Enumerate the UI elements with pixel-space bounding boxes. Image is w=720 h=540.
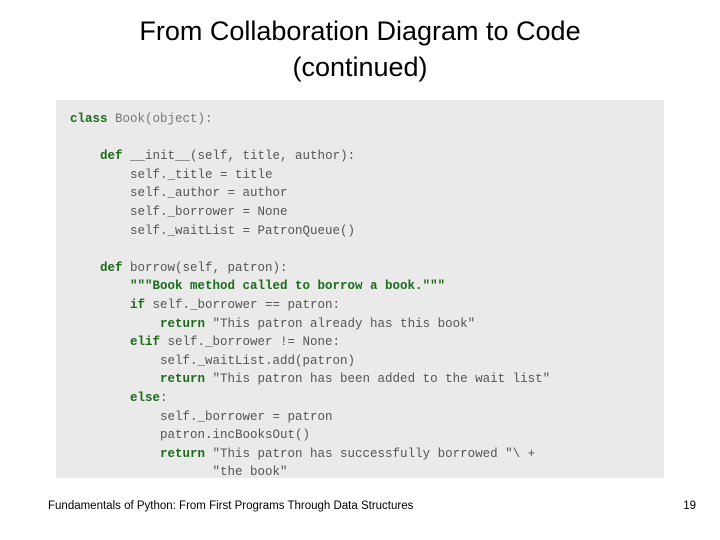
code-segment: self._waitList.add(patron) xyxy=(70,353,356,368)
code-line: self._borrower = patron xyxy=(70,408,664,427)
code-line: return "This patron has successfully bor… xyxy=(70,445,664,464)
page-title-line2: (continued) xyxy=(292,51,428,82)
code-segment: Book(object): xyxy=(115,112,213,126)
code-segment: class xyxy=(70,112,116,126)
code-segment: self._waitList = PatronQueue() xyxy=(70,223,356,238)
code-block: class Book(object): def __init__(self, t… xyxy=(56,100,664,478)
code-segment: def xyxy=(100,149,131,164)
code-segment: return xyxy=(160,372,213,387)
code-segment: "This patron has been added to the wait … xyxy=(212,372,551,387)
code-line: self._title = title xyxy=(70,166,664,185)
code-segment: else xyxy=(130,390,161,405)
code-line: elif self._borrower != None: xyxy=(70,333,664,352)
slide: From Collaboration Diagram to Code (cont… xyxy=(0,0,720,540)
code-segment: "This patron has successfully borrowed "… xyxy=(212,446,536,461)
code-line: return "This patron already has this boo… xyxy=(70,315,664,334)
code-line: self._borrower = None xyxy=(70,203,664,222)
code-segment: self._title = title xyxy=(70,167,273,182)
code-segment: "the book" xyxy=(70,465,288,478)
code-segment: borrow(self, patron): xyxy=(130,260,288,275)
code-line: self._waitList = PatronQueue() xyxy=(70,222,664,241)
code-line: else: xyxy=(70,389,664,408)
code-segment: elif xyxy=(130,335,168,350)
code-segment: __init__(self, title, author): xyxy=(130,149,356,164)
code-segment: self._author = author xyxy=(70,186,288,201)
code-segment: self._borrower = None xyxy=(70,204,288,219)
code-line: self._author = author xyxy=(70,184,664,203)
slide-footer: Fundamentals of Python: From First Progr… xyxy=(48,500,414,512)
page-title: From Collaboration Diagram to Code (cont… xyxy=(30,14,690,85)
code-segment: self._borrower != None: xyxy=(167,335,341,350)
code-segment: self._borrower = patron xyxy=(70,409,333,424)
code-line: """Book method called to borrow a book."… xyxy=(70,277,664,296)
code-line: patron.incBooksOut() xyxy=(70,426,664,445)
code-segment: "This patron already has this book" xyxy=(212,316,476,331)
code-segment: patron.incBooksOut() xyxy=(70,428,311,443)
code-line: class Book(object): xyxy=(70,110,664,129)
code-line: "the book" xyxy=(70,463,664,478)
code-line: def __init__(self, title, author): xyxy=(70,147,664,166)
code-segment: return xyxy=(160,446,213,461)
code-line: return "This patron has been added to th… xyxy=(70,370,664,389)
code-segment: """Book method called to borrow a book."… xyxy=(130,279,446,294)
page-title-line1: From Collaboration Diagram to Code xyxy=(139,16,581,46)
code-line: def borrow(self, patron): xyxy=(70,259,664,278)
code-listing: class Book(object): def __init__(self, t… xyxy=(56,110,664,478)
code-segment: self._borrower == patron: xyxy=(152,297,341,312)
code-line: if self._borrower == patron: xyxy=(70,296,664,315)
code-segment: return xyxy=(160,316,213,331)
slide-page-number: 19 xyxy=(683,500,696,512)
code-segment: : xyxy=(160,390,168,405)
code-line: self._waitList.add(patron) xyxy=(70,352,664,371)
code-segment: def xyxy=(100,260,131,275)
code-segment: if xyxy=(130,297,153,312)
